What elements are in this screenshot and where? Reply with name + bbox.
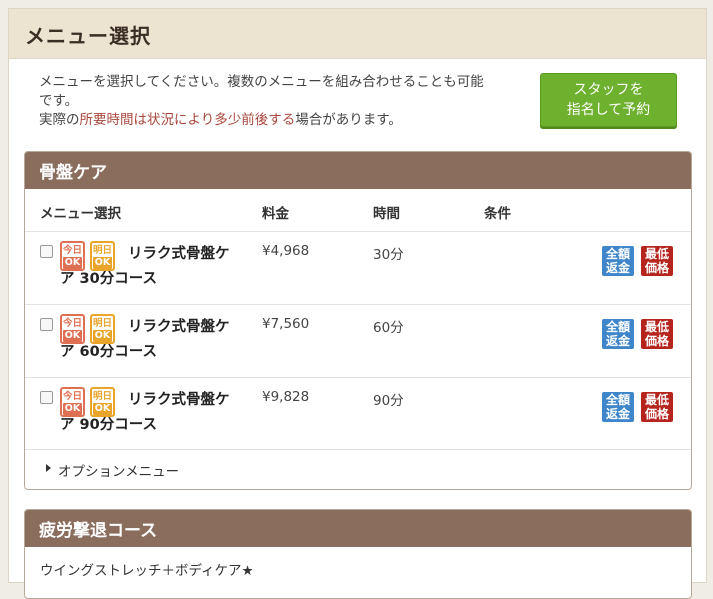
select-staff-button[interactable]: スタッフを 指名して予約 [540, 73, 677, 127]
badge-bottom: 価格 [644, 407, 669, 421]
pelvic-care-section: 骨盤ケア メニュー選択 料金 時間 条件 リラク式骨盤ケア 30分コース 今日 O… [24, 151, 692, 490]
badge-bottom: OK [63, 257, 82, 269]
menu-name[interactable]: リラク式骨盤ケア 60分コース [60, 315, 240, 365]
fatigue-course-title: 疲労撃退コース [25, 510, 691, 547]
full-refund-badge: 全額 返金 [602, 246, 634, 276]
intro-text: メニューを選択してください。複数のメニューを組み合わせることも可能 です。 実際… [39, 73, 529, 130]
staff-button-line-2: 指名して予約 [566, 102, 651, 118]
badge-bottom: 価格 [644, 261, 669, 275]
menu-checkbox[interactable] [40, 318, 53, 331]
tomorrow-ok-badge: 明日 OK [90, 314, 115, 344]
menu-time: 60分 [373, 320, 404, 336]
badge-bottom: OK [93, 330, 112, 342]
column-price: 料金 [262, 206, 289, 222]
tomorrow-ok-badge: 明日 OK [90, 387, 115, 417]
full-refund-badge: 全額 返金 [602, 392, 634, 422]
column-menu: メニュー選択 [40, 206, 121, 222]
full-refund-badge: 全額 返金 [602, 319, 634, 349]
badge-top: 全額 [605, 320, 630, 334]
badge-top: 今日 [62, 391, 82, 402]
menu-row: リラク式骨盤ケア 30分コース 今日 OK 明日 OK ¥4,968 30分 全額返… [25, 231, 691, 304]
intro-line-3: 実際の所要時間は状況により多少前後する場合があります。 [39, 111, 529, 130]
menu-name[interactable]: リラク式骨盤ケア 90分コース [60, 388, 240, 438]
lowest-price-badge: 最低 価格 [641, 392, 673, 422]
column-conditions: 条件 [484, 206, 511, 222]
intro-line-1: メニューを選択してください。複数のメニューを組み合わせることも可能 [39, 74, 484, 90]
badge-top: 今日 [62, 318, 82, 329]
badge-bottom: OK [63, 403, 82, 415]
badge-bottom: 価格 [644, 334, 669, 348]
fatigue-course-section: 疲労撃退コース ウイングストレッチ＋ボディケア★ [24, 509, 692, 599]
badge-top: 今日 [62, 245, 82, 256]
badge-top: 明日 [92, 318, 112, 329]
badge-bottom: OK [93, 257, 112, 269]
menu-price: ¥4,968 [262, 243, 310, 259]
badge-top: 最低 [644, 393, 669, 407]
today-ok-badge: 今日 OK [60, 314, 85, 344]
today-ok-badge: 今日 OK [60, 241, 85, 271]
page-title: メニュー選択 [25, 24, 151, 48]
intro-line-2: です。 [39, 93, 79, 109]
menu-checkbox[interactable] [40, 391, 53, 404]
menu-name[interactable]: リラク式骨盤ケア 30分コース [60, 242, 240, 292]
badge-bottom: OK [93, 403, 112, 415]
badge-top: 全額 [605, 393, 630, 407]
badge-top: 最低 [644, 320, 669, 334]
intro-note-highlight: 所要時間は状況により多少前後する [79, 112, 296, 128]
menu-time: 90分 [373, 393, 404, 409]
option-menu-toggle[interactable]: オプションメニュー [25, 449, 691, 489]
today-ok-badge: 今日 OK [60, 387, 85, 417]
badge-top: 最低 [644, 247, 669, 261]
badge-bottom: 返金 [605, 261, 630, 275]
menu-price: ¥7,560 [262, 316, 310, 332]
staff-button-line-1: スタッフを [573, 82, 644, 98]
section-header: メニュー選択 [9, 9, 706, 59]
badge-bottom: OK [63, 330, 82, 342]
lowest-price-badge: 最低 価格 [641, 319, 673, 349]
menu-row: リラク式骨盤ケア 60分コース 今日 OK 明日 OK ¥7,560 60分 全額返… [25, 304, 691, 377]
tomorrow-ok-badge: 明日 OK [90, 241, 115, 271]
menu-checkbox[interactable] [40, 245, 53, 258]
column-time: 時間 [373, 206, 400, 222]
intro-note-prefix: 実際の [39, 112, 80, 128]
caret-right-icon [46, 464, 51, 472]
intro-note-suffix: 場合があります。 [295, 112, 402, 128]
lowest-price-badge: 最低 価格 [641, 246, 673, 276]
badge-top: 明日 [92, 245, 112, 256]
menu-selection-panel: メニュー選択 メニューを選択してください。複数のメニューを組み合わせることも可能… [8, 8, 707, 599]
badge-top: 明日 [92, 391, 112, 402]
badge-bottom: 返金 [605, 334, 630, 348]
badge-top: 全額 [605, 247, 630, 261]
menu-name[interactable]: ウイングストレッチ＋ボディケア★ [40, 559, 254, 579]
menu-time: 30分 [373, 247, 404, 263]
option-menu-label: オプションメニュー [58, 464, 180, 480]
menu-row: リラク式骨盤ケア 90分コース 今日 OK 明日 OK ¥9,828 90分 全額返… [25, 377, 691, 450]
pelvic-care-title: 骨盤ケア [25, 152, 691, 189]
menu-price: ¥9,828 [262, 389, 310, 405]
badge-bottom: 返金 [605, 407, 630, 421]
